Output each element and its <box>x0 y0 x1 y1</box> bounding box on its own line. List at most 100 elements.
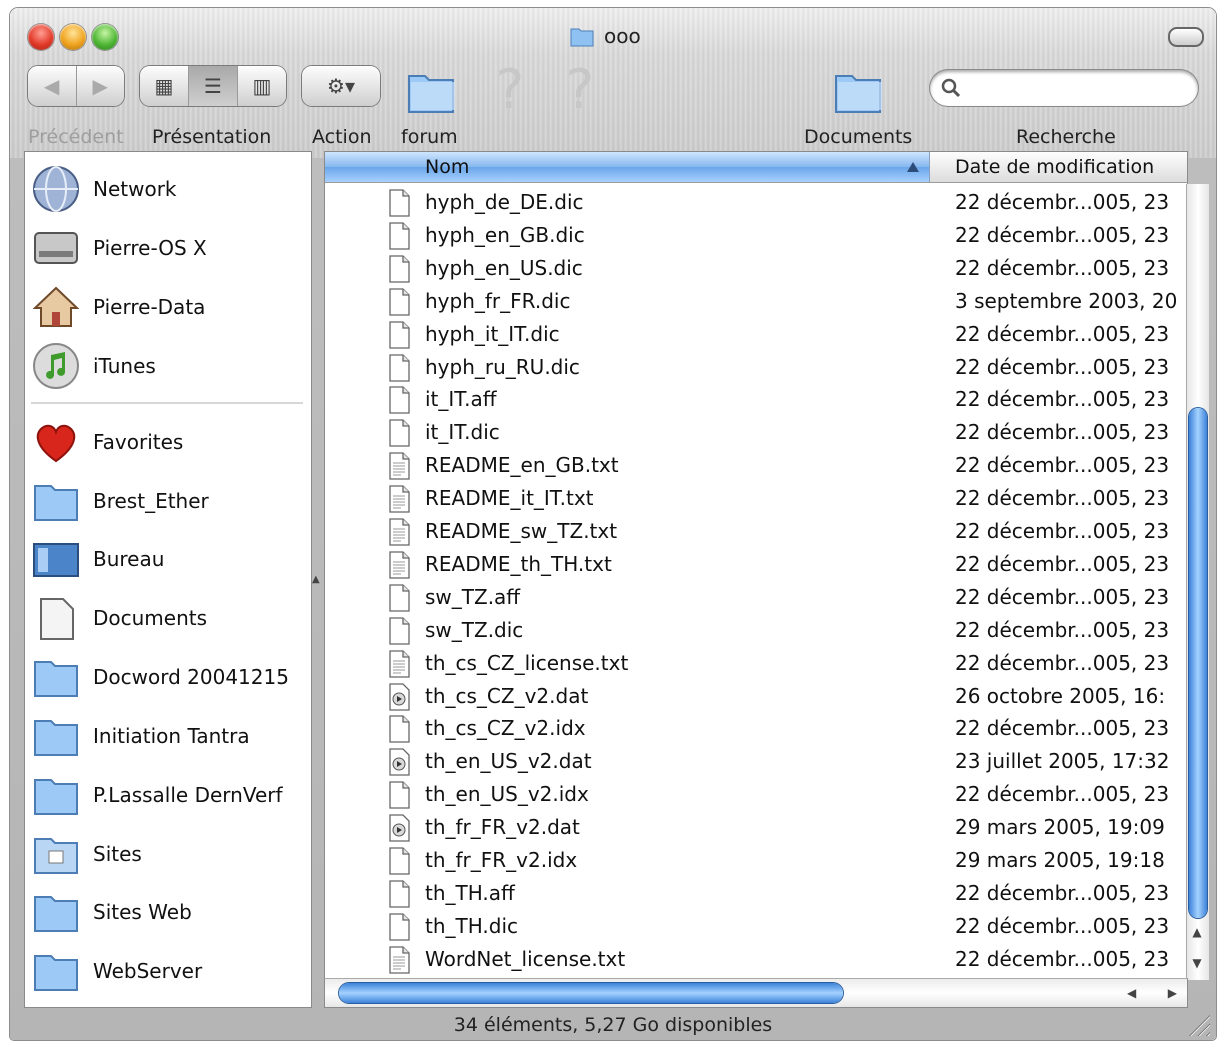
table-row[interactable]: hyph_fr_FR.dic 3 septembre 2003, 20 <box>325 285 1177 318</box>
sidebar-item-documents[interactable]: Documents <box>25 589 311 647</box>
sidebar-item-sites-web[interactable]: Sites Web <box>25 883 311 941</box>
table-row[interactable]: WordNet_license.txt 22 décembr...005, 23 <box>325 943 1177 976</box>
sidebar-item-pierre-os-x[interactable]: Pierre-OS X <box>25 219 311 277</box>
file-name: th_fr_FR_v2.dat <box>425 815 580 840</box>
table-row[interactable]: th_TH.dic 22 décembr...005, 23 <box>325 910 1177 943</box>
sidebar-item-docword[interactable]: Docword 20041215 <box>25 648 311 706</box>
table-row[interactable]: th_cs_CZ_v2.idx 22 décembr...005, 23 <box>325 712 1177 745</box>
sidebar-item-sites[interactable]: Sites <box>25 825 311 883</box>
right-arrow-icon: ▶ <box>92 74 108 98</box>
vertical-scrollbar[interactable] <box>1186 184 1209 980</box>
toolbar-toggle-button[interactable] <box>1168 27 1204 47</box>
folder-icon <box>34 896 78 932</box>
sidebar-item-bureau[interactable]: Bureau <box>25 530 311 588</box>
scroll-down-icon[interactable]: ▼ <box>1192 956 1201 970</box>
scroll-up-icon[interactable]: ▲ <box>1192 925 1201 939</box>
text-file-icon <box>389 452 410 480</box>
media-file-icon <box>389 748 410 776</box>
search-field[interactable] <box>930 70 1198 106</box>
folder-icon <box>34 955 78 991</box>
sidebar-item-network[interactable]: Network <box>25 160 311 218</box>
sidebar-item-webserver[interactable]: WebServer <box>25 942 311 1000</box>
action-cell[interactable]: ⚙▾ <box>302 66 380 106</box>
sidebar-item-initiation-tantra[interactable]: Initiation Tantra <box>25 707 311 765</box>
forum-folder-icon[interactable] <box>403 62 459 118</box>
documents-label[interactable]: Documents <box>804 126 912 148</box>
icon-view-button[interactable]: ▦ <box>140 66 189 106</box>
question-icon: ? <box>565 58 595 121</box>
table-row[interactable]: hyph_de_DE.dic 22 décembr...005, 23 <box>325 186 1177 219</box>
file-name: hyph_ru_RU.dic <box>425 354 580 379</box>
sidebar-item-label: Pierre-OS X <box>93 236 207 260</box>
file-date: 3 septembre 2003, 20 <box>955 288 1177 313</box>
title-bar[interactable]: ooo <box>10 8 1216 60</box>
file-date: 22 décembr...005, 23 <box>955 190 1170 214</box>
table-row[interactable]: th_TH.aff 22 décembr...005, 23 <box>325 877 1177 910</box>
scroll-left-icon[interactable]: ◀ <box>1127 986 1136 1000</box>
table-row[interactable]: README_th_TH.txt 22 décembr...005, 23 <box>325 548 1177 581</box>
file-date: 22 décembr...005, 23 <box>955 354 1170 379</box>
table-row[interactable]: hyph_ru_RU.dic 22 décembr...005, 23 <box>325 351 1177 384</box>
table-row[interactable]: hyph_en_US.dic 22 décembr...005, 23 <box>325 252 1177 285</box>
sidebar-item-label: Pierre-Data <box>93 295 206 319</box>
table-row[interactable]: th_en_US_v2.idx 22 décembr...005, 23 <box>325 778 1177 811</box>
table-row[interactable]: th_en_US_v2.dat 23 juillet 2005, 17:32 <box>325 745 1177 778</box>
sidebar-item-favorites[interactable]: Favorites <box>25 413 311 471</box>
sidebar-item-itunes[interactable]: iTunes <box>25 337 311 395</box>
table-row[interactable]: README_it_IT.txt 22 décembr...005, 23 <box>325 482 1177 515</box>
file-name: hyph_it_IT.dic <box>425 321 560 346</box>
table-row[interactable]: hyph_it_IT.dic 22 décembr...005, 23 <box>325 318 1177 351</box>
vertical-scroll-thumb[interactable] <box>1189 408 1207 918</box>
table-row[interactable]: th_cs_CZ_v2.dat 26 octobre 2005, 16: <box>325 680 1177 713</box>
back-forward-control[interactable]: ◀ ▶ <box>28 66 124 106</box>
back-button[interactable]: ◀ <box>28 66 77 106</box>
folder-icon <box>570 28 594 47</box>
action-menu-button[interactable]: ⚙▾ <box>302 66 380 106</box>
zoom-button[interactable] <box>92 24 118 50</box>
table-row[interactable]: sw_TZ.dic 22 décembr...005, 23 <box>325 614 1177 647</box>
sidebar-splitter-handle[interactable]: ▲ <box>312 574 320 585</box>
table-row[interactable]: th_fr_FR_v2.idx 29 mars 2005, 19:18 <box>325 844 1177 877</box>
documents-folder-icon[interactable] <box>830 62 886 118</box>
blank-file-icon <box>389 847 410 875</box>
horizontal-scroll-thumb[interactable] <box>339 983 843 1003</box>
forward-button[interactable]: ▶ <box>77 66 125 106</box>
close-button[interactable] <box>28 24 54 50</box>
forum-label[interactable]: forum <box>401 126 458 148</box>
file-date: 22 décembr...005, 23 <box>955 387 1170 412</box>
file-date: 22 décembr...005, 23 <box>955 782 1170 807</box>
file-date: 22 décembr...005, 23 <box>955 486 1170 511</box>
scroll-right-icon[interactable]: ▶ <box>1168 986 1177 1000</box>
file-name: th_cs_CZ_v2.idx <box>425 716 586 741</box>
table-row[interactable]: hyph_en_GB.dic 22 décembr...005, 23 <box>325 219 1177 252</box>
sidebar-item-pierre-data[interactable]: Pierre-Data <box>25 278 311 336</box>
list-header: Nom Date de modification <box>325 152 1187 183</box>
table-row[interactable]: sw_TZ.aff 22 décembr...005, 23 <box>325 581 1177 614</box>
view-control[interactable]: ▦ ☰ ▥ <box>140 66 286 106</box>
table-row[interactable]: th_fr_FR_v2.dat 29 mars 2005, 19:09 <box>325 811 1177 844</box>
blank-file-icon <box>389 781 410 809</box>
table-row[interactable]: it_IT.aff 22 décembr...005, 23 <box>325 383 1177 416</box>
column-header-name[interactable]: Nom <box>325 152 930 182</box>
blank-file-icon <box>389 386 410 415</box>
horizontal-scrollbar[interactable]: ◀ ▶ <box>324 978 1188 1008</box>
table-row[interactable]: th_cs_CZ_license.txt 22 décembr...005, 23 <box>325 647 1177 680</box>
folder-icon <box>34 720 78 756</box>
table-row[interactable]: README_sw_TZ.txt 22 décembr...005, 23 <box>325 515 1177 548</box>
gear-icon: ⚙▾ <box>327 74 355 98</box>
list-view-button[interactable]: ☰ <box>189 66 238 106</box>
column-view-button[interactable]: ▥ <box>238 66 286 106</box>
column-header-date[interactable]: Date de modification <box>955 156 1154 178</box>
minimize-button[interactable] <box>60 24 86 50</box>
table-row[interactable]: README_en_GB.txt 22 décembr...005, 23 <box>325 449 1177 482</box>
table-row[interactable]: it_IT.dic 22 décembr...005, 23 <box>325 416 1177 449</box>
file-name: th_fr_FR_v2.idx <box>425 848 578 872</box>
text-file-icon <box>389 551 410 579</box>
folder-icon <box>34 485 78 521</box>
file-date: 22 décembr...005, 23 <box>955 584 1170 609</box>
left-arrow-icon: ◀ <box>44 74 60 98</box>
sidebar-item-label: Sites Web <box>93 900 192 924</box>
sidebar-item-p-lassalle[interactable]: P.Lassalle DernVerf <box>25 766 311 824</box>
blank-file-icon <box>389 353 410 382</box>
sidebar-item-brest-ether[interactable]: Brest_Ether <box>25 472 311 530</box>
